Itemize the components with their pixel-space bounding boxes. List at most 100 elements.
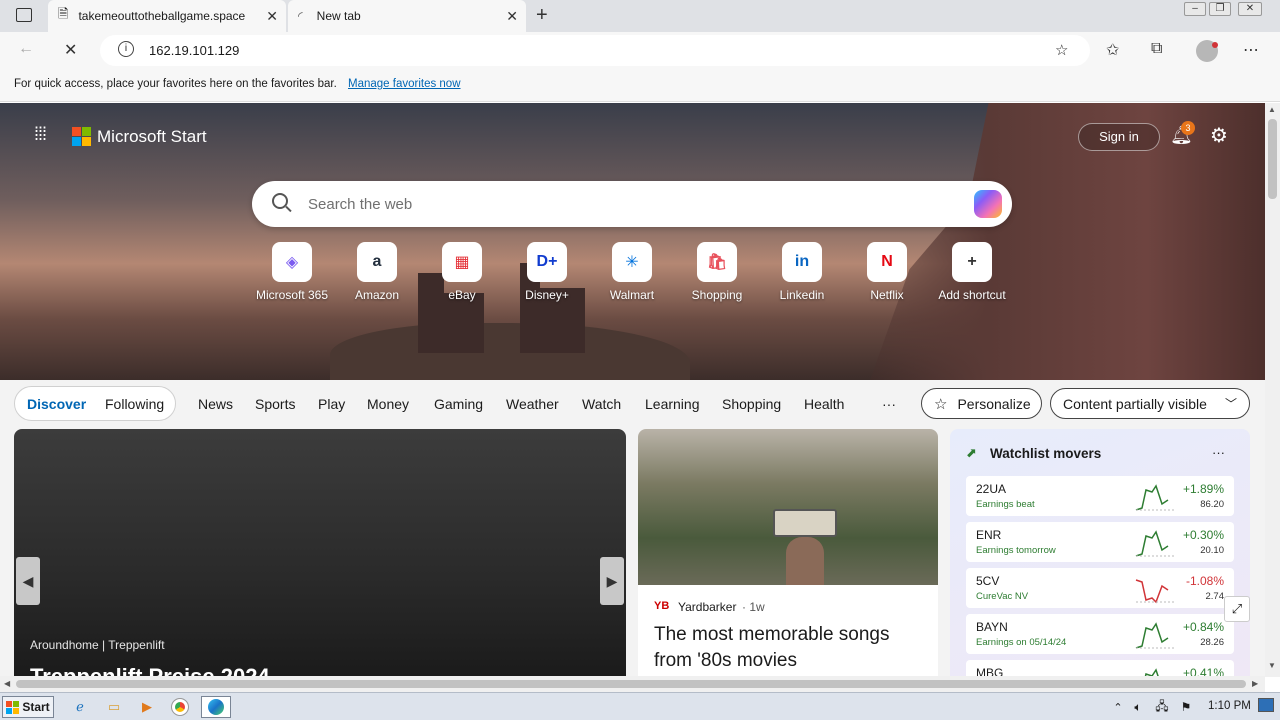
nav-item-sports[interactable]: Sports — [255, 396, 295, 412]
tab-new-tab[interactable]: ◜ New tab ✕ — [288, 0, 526, 32]
shortcut-label: eBay — [448, 288, 476, 302]
apps-grid-icon[interactable]: ⁞⁞⁞ — [34, 125, 54, 147]
stock-row[interactable]: MBG +0.41% — [966, 660, 1234, 676]
more-categories-button[interactable]: ··· — [882, 396, 896, 412]
nav-item-news[interactable]: News — [198, 396, 233, 412]
scroll-down-icon[interactable]: ▼ — [1268, 661, 1276, 670]
stop-loading-icon[interactable]: ✕ — [64, 40, 77, 60]
settings-gear-icon[interactable]: ⚙ — [1210, 123, 1228, 148]
sparkline-icon — [1135, 530, 1174, 557]
watchlist-title[interactable]: Watchlist movers — [990, 446, 1101, 461]
scroll-left-icon[interactable]: ◀ — [4, 679, 10, 688]
microsoft-logo-icon — [72, 127, 91, 146]
edge-icon[interactable] — [201, 696, 231, 718]
nav-item-health[interactable]: Health — [804, 396, 844, 412]
new-tab-button[interactable]: + — [536, 4, 548, 27]
media-player-icon[interactable]: ▶ — [135, 696, 159, 718]
toolbar: ← ✕ i 162.19.101.129 ☆ ✩ ⧉ ⋯ — [0, 32, 1280, 70]
stock-row[interactable]: 22UA Earnings beat +1.89% 86.20 — [966, 476, 1234, 516]
carousel-next-button[interactable]: ▶ — [600, 557, 624, 605]
sparkle-star-icon: ☆ — [934, 395, 948, 413]
search-box[interactable]: Search the web — [252, 181, 1012, 227]
maximize-button[interactable]: ❐ — [1209, 2, 1231, 16]
card-source: Aroundhome | Treppenlift — [30, 638, 165, 652]
article-age: · 1w — [742, 600, 765, 614]
scroll-right-icon[interactable]: ▶ — [1252, 679, 1258, 688]
content-visibility-dropdown[interactable]: Content partially visible ﹀ — [1050, 388, 1250, 419]
nav-item-weather[interactable]: Weather — [506, 396, 559, 412]
shortcut-linkedin[interactable]: in Linkedin — [759, 242, 845, 302]
internet-explorer-icon[interactable]: ℯ — [68, 696, 92, 718]
article-headline[interactable]: The most memorable songs from '80s movie… — [654, 622, 926, 674]
chrome-icon[interactable] — [168, 696, 192, 718]
stock-change: +0.41% — [1182, 666, 1224, 676]
article-card[interactable]: YB Yardbarker · 1w The most memorable so… — [638, 429, 938, 676]
copilot-icon[interactable] — [974, 190, 1002, 218]
sign-in-button[interactable]: Sign in — [1078, 123, 1160, 151]
minimize-button[interactable]: – — [1184, 2, 1206, 16]
shortcut-ebay[interactable]: ▦ eBay — [419, 242, 505, 302]
shortcut-shopping[interactable]: 🛍 Shopping — [674, 242, 760, 302]
stock-change: +0.30% — [1182, 528, 1224, 542]
watchlist-more-button[interactable]: ··· — [1212, 445, 1225, 460]
add-favorite-icon[interactable]: ☆ — [1055, 41, 1068, 59]
nav-item-play[interactable]: Play — [318, 396, 345, 412]
stock-row[interactable]: BAYN Earnings on 05/14/24 +0.84% 28.26 — [966, 614, 1234, 654]
favorites-icon[interactable]: ✩ — [1106, 40, 1119, 60]
network-icon[interactable]: 🖧 — [1150, 696, 1174, 718]
scrollbar-thumb[interactable] — [1268, 119, 1277, 199]
close-window-button[interactable]: ✕ — [1238, 2, 1262, 16]
carousel-prev-button[interactable]: ◀ — [16, 557, 40, 605]
vertical-scrollbar[interactable]: ▲ ▼ — [1265, 103, 1280, 677]
h-scrollbar-thumb[interactable] — [16, 680, 1246, 688]
action-center-flag-icon[interactable]: ⚑ — [1174, 696, 1198, 718]
tab-discover[interactable]: Discover — [27, 396, 86, 412]
stock-row[interactable]: ENR Earnings tomorrow +0.30% 20.10 — [966, 522, 1234, 562]
close-icon[interactable]: ✕ — [506, 8, 518, 25]
favorites-message: For quick access, place your favorites h… — [14, 78, 337, 90]
collections-icon[interactable]: ⧉ — [1151, 40, 1162, 58]
shortcut-logo-icon: ▦ — [442, 242, 482, 282]
card-headline[interactable]: Treppenlift Preise 2024 — [30, 664, 270, 676]
featured-card[interactable]: ◀ ▶ Aroundhome | Treppenlift Treppenlift… — [14, 429, 626, 676]
shortcut-disney-[interactable]: D+ Disney+ — [504, 242, 590, 302]
tab-following[interactable]: Following — [105, 396, 164, 412]
stock-row[interactable]: 5CV CureVac NV -1.08% 2.74 — [966, 568, 1234, 608]
personalize-button[interactable]: ☆ Personalize — [921, 388, 1042, 419]
site-info-icon[interactable]: i — [118, 41, 134, 57]
brand-title[interactable]: Microsoft Start — [97, 127, 207, 147]
shortcut-netflix[interactable]: N Netflix — [844, 242, 930, 302]
close-icon[interactable]: ✕ — [266, 8, 278, 25]
manage-favorites-link[interactable]: Manage favorites now — [348, 78, 461, 90]
shortcut-amazon[interactable]: a Amazon — [334, 242, 420, 302]
stock-symbol: ENR — [976, 528, 1002, 542]
nav-item-gaming[interactable]: Gaming — [434, 396, 483, 412]
show-desktop-button[interactable] — [1258, 698, 1274, 712]
shortcut-walmart[interactable]: ✳ Walmart — [589, 242, 675, 302]
volume-icon[interactable]: 🔈︎ — [1126, 696, 1150, 718]
nav-item-shopping[interactable]: Shopping — [722, 396, 781, 412]
shortcut-microsoft-365[interactable]: ◈ Microsoft 365 — [249, 242, 335, 302]
shortcut-add-shortcut[interactable]: + Add shortcut — [929, 242, 1015, 302]
address-bar[interactable]: i 162.19.101.129 ☆ — [100, 35, 1090, 66]
stock-price: 2.74 — [1205, 591, 1225, 602]
scroll-up-icon[interactable]: ▲ — [1268, 105, 1276, 114]
watchlist-card: ⬈ Watchlist movers ··· 22UA Earnings beat… — [950, 429, 1250, 676]
nav-item-watch[interactable]: Watch — [582, 396, 621, 412]
nav-item-money[interactable]: Money — [367, 396, 409, 412]
horizontal-scrollbar[interactable]: ◀ ▶ — [0, 676, 1265, 692]
start-button[interactable]: Start — [2, 696, 54, 718]
file-explorer-icon[interactable]: ▭ — [102, 696, 126, 718]
url-text[interactable]: 162.19.101.129 — [149, 43, 239, 58]
shortcut-label: Add shortcut — [938, 288, 1006, 302]
tab-actions-icon[interactable] — [16, 8, 32, 22]
expand-icon[interactable]: ⤢ — [1224, 596, 1250, 622]
back-icon[interactable]: ← — [18, 40, 34, 58]
tab-takemeout[interactable]: 🗎 takemeouttotheballgame.space ✕ — [48, 0, 286, 32]
clock[interactable]: 1:10 PM — [1208, 700, 1251, 712]
nav-item-learning[interactable]: Learning — [645, 396, 700, 412]
settings-more-icon[interactable]: ⋯ — [1243, 40, 1259, 60]
sparkline-icon — [1135, 622, 1174, 649]
shortcut-logo-icon: + — [952, 242, 992, 282]
stock-change: -1.08% — [1185, 574, 1224, 588]
